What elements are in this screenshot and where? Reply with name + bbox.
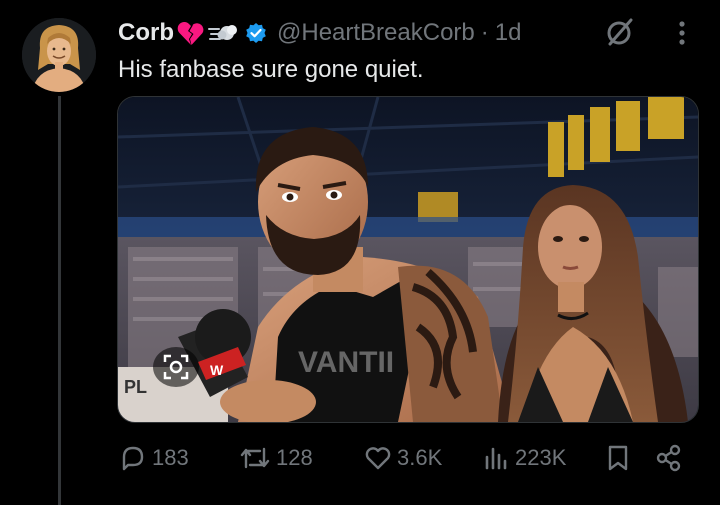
grok-icon[interactable] (604, 16, 636, 48)
svg-text:VANTII: VANTII (298, 346, 394, 379)
media-sign-text: PL (124, 377, 147, 397)
broken-heart-icon (177, 20, 205, 46)
repost-count: 128 (276, 445, 313, 470)
user-handle[interactable]: @HeartBreakCorb (277, 19, 475, 47)
dash-icon (208, 20, 238, 46)
bookmark-icon (608, 445, 628, 471)
tweet-media-image[interactable]: PL VANTII W (117, 96, 699, 423)
verified-badge-icon[interactable] (245, 22, 267, 44)
reply-count: 183 (152, 445, 189, 470)
like-count: 3.6K (397, 445, 443, 470)
bookmark-button[interactable] (604, 438, 636, 478)
action-bar: 183 128 3.6K 223K (118, 438, 698, 478)
share-button[interactable] (654, 438, 688, 478)
tweet-text: His fanbase sure gone quiet. (118, 56, 424, 83)
separator-dot: · (480, 19, 489, 46)
repost-icon (240, 447, 270, 469)
display-name[interactable]: Corb (118, 19, 174, 47)
reply-icon (122, 446, 144, 471)
views-button[interactable]: 223K (483, 438, 566, 478)
mic-flag-text: W (210, 362, 224, 378)
avatar-illustration (22, 18, 96, 92)
timestamp[interactable]: 1d (495, 19, 522, 47)
reply-button[interactable]: 183 (118, 438, 189, 478)
media-photo: PL VANTII W (118, 97, 698, 422)
repost-button[interactable]: 128 (238, 438, 313, 478)
share-icon (656, 444, 681, 472)
more-options-icon[interactable] (672, 18, 692, 48)
avatar[interactable] (22, 18, 96, 92)
thread-line (58, 96, 61, 505)
view-count: 223K (515, 445, 567, 470)
tweet-header: Corb @HeartBreakCorb · 1d (118, 16, 521, 50)
grok-scan-image-icon[interactable] (153, 347, 199, 387)
views-chart-icon (485, 447, 507, 470)
like-button[interactable]: 3.6K (363, 438, 442, 478)
heart-icon (365, 447, 391, 470)
